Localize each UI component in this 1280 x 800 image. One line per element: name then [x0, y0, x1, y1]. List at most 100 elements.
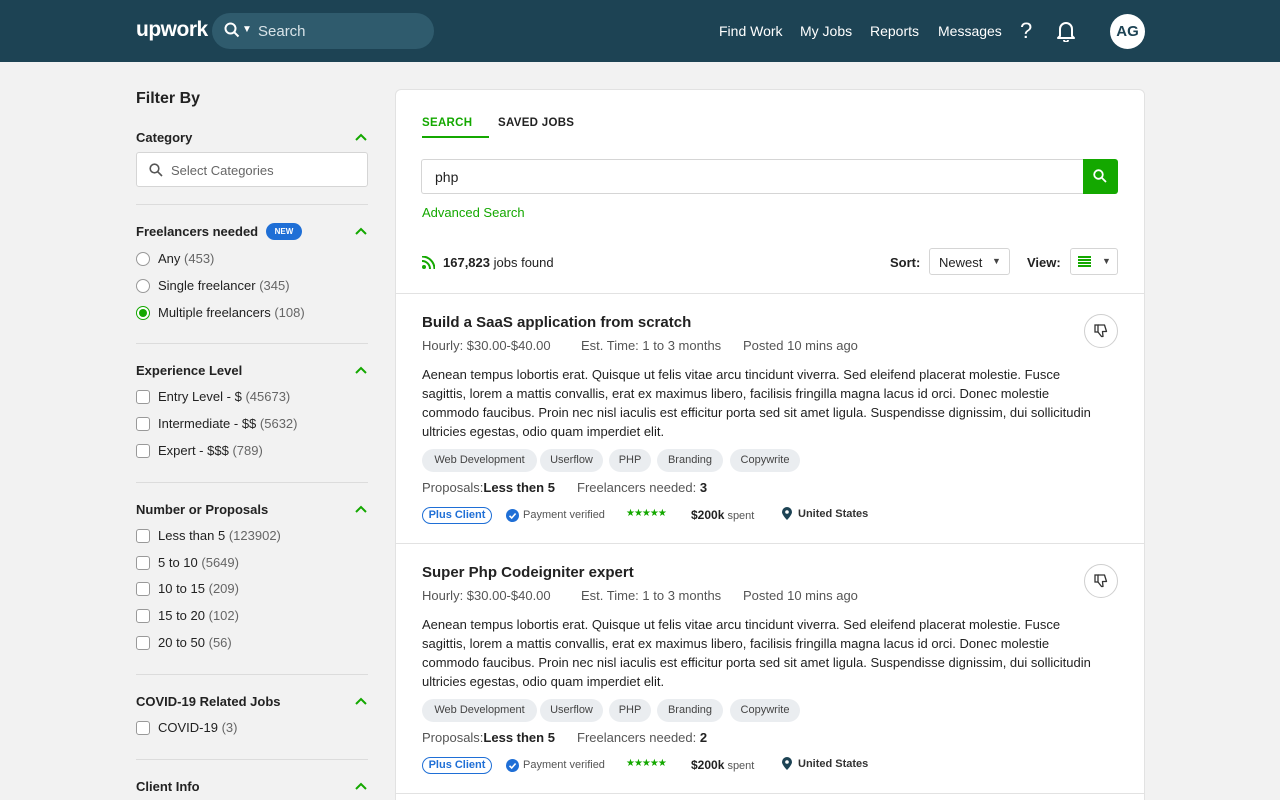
nav-search-placeholder: Search	[258, 23, 306, 40]
option-count: (123902)	[228, 528, 281, 543]
skill-tag[interactable]: Web Development	[422, 449, 537, 472]
job-posted: Posted 10 mins ago	[743, 588, 858, 603]
covid-jobs-title: COVID-19 Related Jobs	[136, 694, 281, 709]
job-search-panel: SEARCH SAVED JOBS php Advanced Search 16…	[395, 89, 1145, 800]
proposals-stat: Proposals:Less then 5	[422, 480, 555, 495]
option-count: (209)	[208, 581, 239, 596]
divider	[136, 482, 368, 483]
option-count: (453)	[184, 251, 215, 266]
skill-tag[interactable]: Copywrite	[730, 449, 800, 472]
checkbox[interactable]	[136, 582, 150, 596]
radio-button[interactable]	[136, 279, 150, 293]
sort-label: Sort:	[890, 255, 921, 270]
skill-tag[interactable]: Userflow	[540, 699, 603, 722]
skill-tag[interactable]: Web Development	[422, 699, 537, 722]
skill-tag[interactable]: Branding	[657, 449, 723, 472]
category-search-input[interactable]: Select Categories	[136, 152, 368, 187]
search-icon	[1093, 169, 1107, 183]
radio-button[interactable]	[136, 252, 150, 266]
job-card[interactable]: Super Php Codeigniter expert Hourly: $30…	[396, 544, 1144, 794]
avatar[interactable]: AG	[1110, 14, 1145, 49]
job-card[interactable]: Build a SaaS application from scratch Ho…	[396, 294, 1144, 544]
view-select[interactable]: ▼	[1070, 248, 1118, 275]
job-title[interactable]: Build a SaaS application from scratch	[422, 314, 691, 331]
job-est-time: Est. Time: 1 to 3 months	[581, 588, 722, 603]
option-label: COVID-19	[158, 720, 218, 735]
option-count: (789)	[232, 443, 263, 458]
spent-amount: $200k	[691, 758, 725, 772]
bell-icon[interactable]	[1056, 20, 1076, 42]
nav-link-find-work[interactable]: Find Work	[719, 23, 783, 39]
checkbox[interactable]	[136, 556, 150, 570]
chevron-up-icon[interactable]	[354, 132, 368, 142]
verified-icon	[506, 509, 519, 522]
job-rate: Hourly: $30.00-$40.00	[422, 588, 551, 603]
jobs-found-count: 167,823 jobs found	[443, 255, 554, 270]
tab-search[interactable]: SEARCH	[422, 117, 472, 129]
proposals-value: Less then 5	[483, 480, 555, 495]
proposals-value: Less then 5	[483, 730, 555, 745]
thumbs-down-icon	[1094, 574, 1108, 588]
job-title[interactable]: Super Php Codeigniter expert	[422, 564, 634, 581]
chevron-up-icon[interactable]	[354, 226, 368, 236]
list-view-icon	[1078, 256, 1091, 267]
option-count: (108)	[274, 305, 305, 320]
advanced-search-link[interactable]: Advanced Search	[422, 205, 525, 220]
nav-link-messages[interactable]: Messages	[938, 23, 1002, 39]
skill-tag[interactable]: PHP	[609, 699, 651, 722]
rss-icon[interactable]	[422, 256, 435, 269]
number-of-proposals-title: Number or Proposals	[136, 502, 269, 517]
top-navbar: upwork ▼ Search Find Work My Jobs Report…	[0, 0, 1280, 62]
nav-link-reports[interactable]: Reports	[870, 23, 919, 39]
option-count: (45673)	[245, 389, 291, 404]
job-rate: Hourly: $30.00-$40.00	[422, 338, 551, 353]
checkbox[interactable]	[136, 444, 150, 458]
location-pin-icon	[782, 757, 792, 770]
checkbox[interactable]	[136, 609, 150, 623]
skill-tag[interactable]: Branding	[657, 699, 723, 722]
skill-tag[interactable]: PHP	[609, 449, 651, 472]
chevron-down-icon: ▼	[992, 256, 1001, 266]
sort-select[interactable]: Newest ▼	[929, 248, 1010, 275]
plus-client-badge: Plus Client	[422, 507, 492, 524]
chevron-down-icon[interactable]: ▼	[242, 24, 252, 35]
spent-label: spent	[727, 510, 755, 522]
chevron-up-icon[interactable]	[354, 365, 368, 375]
nav-link-my-jobs[interactable]: My Jobs	[800, 23, 852, 39]
checkbox[interactable]	[136, 529, 150, 543]
job-search-input[interactable]: php	[421, 159, 1084, 194]
option-label: Single freelancer	[158, 278, 256, 293]
radio-button-selected[interactable]	[136, 306, 150, 320]
search-button[interactable]	[1083, 159, 1118, 194]
checkbox[interactable]	[136, 417, 150, 431]
option-label: 5 to 10	[158, 555, 198, 570]
skill-tag[interactable]: Copywrite	[730, 699, 800, 722]
option-label: 10 to 15	[158, 581, 205, 596]
chevron-up-icon[interactable]	[354, 504, 368, 514]
checkbox[interactable]	[136, 390, 150, 404]
freelancers-value: 3	[699, 480, 708, 495]
upwork-logo[interactable]: upwork	[136, 18, 208, 42]
plus-client-badge: Plus Client	[422, 757, 492, 774]
jobs-found-label: jobs found	[493, 255, 554, 270]
freelancers-label: Freelancers needed:	[577, 480, 697, 495]
checkbox[interactable]	[136, 636, 150, 650]
checkbox[interactable]	[136, 721, 150, 735]
search-icon	[224, 22, 240, 38]
dislike-button[interactable]	[1084, 314, 1118, 348]
client-rating-stars: ★★★★★	[626, 758, 667, 769]
tab-saved-jobs[interactable]: SAVED JOBS	[498, 117, 574, 129]
skill-tag[interactable]: Userflow	[540, 449, 603, 472]
job-posted: Posted 10 mins ago	[743, 338, 858, 353]
option-count: (5649)	[201, 555, 239, 570]
option-label: Less than 5	[158, 528, 226, 543]
active-tab-indicator	[422, 136, 489, 138]
search-icon	[149, 163, 163, 177]
payment-verified: Payment verified	[523, 509, 605, 521]
option-label: Expert - $$$	[158, 443, 229, 458]
chevron-up-icon[interactable]	[354, 696, 368, 706]
nav-search-bar[interactable]: ▼ Search	[212, 13, 434, 49]
chevron-up-icon[interactable]	[354, 781, 368, 791]
dislike-button[interactable]	[1084, 564, 1118, 598]
help-icon[interactable]: ?	[1020, 18, 1032, 44]
